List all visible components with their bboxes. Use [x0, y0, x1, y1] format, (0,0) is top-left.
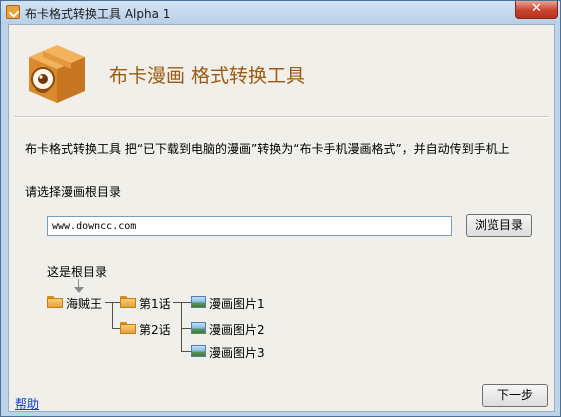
app-icon — [6, 5, 20, 19]
app-window: 布卡格式转换工具 Alpha 1 ✕ 布卡漫画 格式转换工具 布卡格式转换工具 … — [0, 0, 561, 417]
window-title: 布卡格式转换工具 Alpha 1 — [25, 7, 171, 21]
help-link[interactable]: 帮助 — [15, 395, 39, 412]
folder-icon — [120, 322, 136, 334]
image-file-label: 漫画图片2 — [209, 323, 265, 337]
image-file-label: 漫画图片1 — [209, 297, 265, 311]
header-title: 布卡漫画 格式转换工具 — [109, 65, 306, 87]
tree-line — [181, 351, 191, 352]
box-mascot-icon — [29, 45, 85, 103]
tree-line — [181, 302, 182, 352]
image-file-icon — [191, 345, 206, 357]
tree-line — [112, 302, 113, 329]
image-file-icon — [191, 322, 206, 334]
chapter-folder-label: 第2话 — [139, 323, 171, 337]
root-select-label: 请选择漫画根目录 — [25, 185, 122, 199]
chapter-folder-label: 第1话 — [139, 297, 171, 311]
root-path-input[interactable] — [47, 216, 452, 236]
main-panel: 布卡漫画 格式转换工具 布卡格式转换工具 把“已下载到电脑的漫画”转换为“布卡手… — [8, 24, 555, 412]
tree-line — [181, 328, 191, 329]
header-divider — [14, 116, 548, 118]
browse-button[interactable]: 浏览目录 — [466, 214, 532, 237]
image-file-label: 漫画图片3 — [209, 346, 265, 360]
close-button[interactable]: ✕ — [515, 1, 558, 19]
description-text: 布卡格式转换工具 把“已下载到电脑的漫画”转换为“布卡手机漫画格式”，并自动传到… — [25, 142, 510, 156]
title-bar[interactable]: 布卡格式转换工具 Alpha 1 ✕ — [1, 1, 560, 24]
arrow-head-icon — [74, 287, 84, 293]
tree-line — [112, 328, 120, 329]
image-file-icon — [191, 296, 206, 308]
folder-icon — [47, 296, 63, 308]
next-button[interactable]: 下一步 — [482, 384, 548, 407]
root-folder-label: 海贼王 — [66, 297, 103, 311]
root-dir-label: 这是根目录 — [47, 265, 108, 279]
folder-icon — [120, 296, 136, 308]
tree-line — [173, 302, 191, 303]
